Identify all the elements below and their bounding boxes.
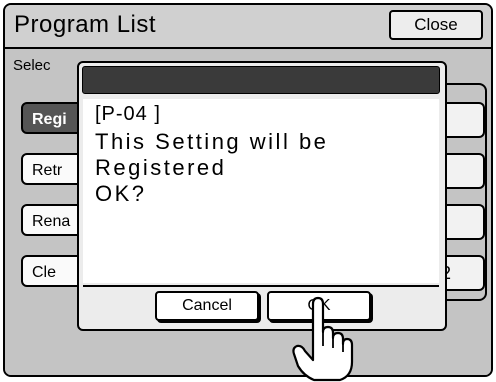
cancel-button[interactable]: Cancel	[155, 291, 259, 321]
confirm-dialog: [P-04 ] This Setting will be Registered …	[77, 61, 447, 331]
dialog-divider	[83, 285, 439, 287]
close-button[interactable]: Close	[389, 10, 483, 40]
dialog-title-bar	[82, 66, 440, 94]
program-id-label: [P-04 ]	[95, 103, 161, 125]
message-line-2: Registered	[95, 155, 227, 180]
message-line-1: This Setting will be	[95, 129, 329, 154]
message-line-3: OK?	[95, 181, 147, 206]
program-list-screen: Program List Close Selec Regi Retr Rena …	[3, 3, 493, 377]
dialog-message-area: [P-04 ] This Setting will be Registered …	[83, 99, 439, 283]
pointing-hand-icon	[292, 296, 354, 382]
title-bar: Program List Close	[5, 5, 491, 49]
page-title: Program List	[14, 11, 157, 38]
instruction-text: Selec	[13, 57, 51, 74]
